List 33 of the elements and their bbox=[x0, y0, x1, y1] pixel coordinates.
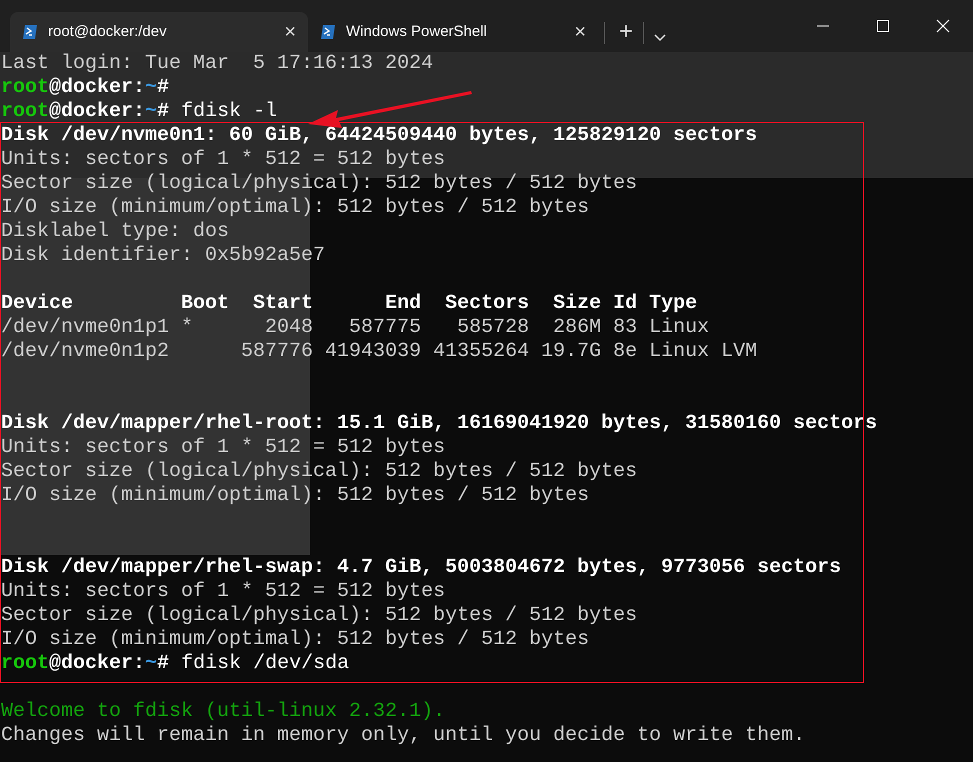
close-icon[interactable]: × bbox=[574, 22, 586, 42]
close-icon[interactable] bbox=[936, 19, 950, 33]
new-tab-button[interactable]: + bbox=[611, 12, 642, 52]
prompt-line: root@docker:~# bbox=[1, 76, 170, 100]
powershell-icon bbox=[320, 24, 336, 40]
output-line: Disk /dev/nvme0n1: 60 GiB, 64424509440 bytes, 125829120 sectors bbox=[1, 124, 758, 148]
output-line: I/O size (minimum/optimal): 512 bytes / 512 bytes bbox=[1, 484, 590, 508]
output-line: I/O size (minimum/optimal): 512 bytes / 512 bytes bbox=[1, 196, 590, 220]
output-line: Sector size (logical/physical): 512 bytes / 512 bytes bbox=[1, 460, 638, 484]
close-icon[interactable]: × bbox=[284, 22, 296, 42]
output-line: Changes will remain in memory only, until you decide to write them. bbox=[1, 724, 806, 748]
output-line: Sector size (logical/physical): 512 bytes / 512 bytes bbox=[1, 604, 638, 628]
output-line: Sector size (logical/physical): 512 bytes / 512 bytes bbox=[1, 172, 638, 196]
output-line: Last login: Tue Mar 5 17:16:13 2024 bbox=[1, 52, 434, 76]
output-line: Units: sectors of 1 * 512 = 512 bytes bbox=[1, 148, 446, 172]
output-line: I/O size (minimum/optimal): 512 bytes / 512 bytes bbox=[1, 628, 590, 652]
output-line: Disk /dev/mapper/rhel-swap: 4.7 GiB, 5003804672 bytes, 9773056 sectors bbox=[1, 556, 842, 580]
tab[interactable]: Windows PowerShell × bbox=[308, 12, 598, 52]
maximize-icon[interactable] bbox=[877, 20, 889, 32]
output-line: Device Boot Start End Sectors Size Id Type bbox=[1, 292, 698, 316]
tab[interactable]: root@docker:/dev × bbox=[10, 12, 308, 52]
output-line: /dev/nvme0n1p1 * 2048 587775 585728 286M 83 Linux bbox=[1, 316, 710, 340]
output-line: Welcome to fdisk (util-linux 2.32.1). bbox=[1, 700, 446, 724]
output-line: /dev/nvme0n1p2 587776 41943039 41355264 19.7G 8e Linux LVM bbox=[1, 340, 758, 364]
prompt-line: root@docker:~# fdisk -l bbox=[1, 100, 278, 124]
powershell-icon bbox=[22, 24, 38, 40]
prompt-line: root@docker:~# fdisk /dev/sda bbox=[1, 652, 350, 676]
output-line: Units: sectors of 1 * 512 = 512 bytes bbox=[1, 580, 446, 604]
output-line: Disklabel type: dos bbox=[1, 220, 230, 244]
minimize-icon[interactable] bbox=[817, 25, 829, 27]
output-line: Units: sectors of 1 * 512 = 512 bytes bbox=[1, 436, 446, 460]
chevron-down-icon[interactable] bbox=[654, 34, 666, 42]
output-line: Disk identifier: 0x5b92a5e7 bbox=[1, 244, 326, 268]
